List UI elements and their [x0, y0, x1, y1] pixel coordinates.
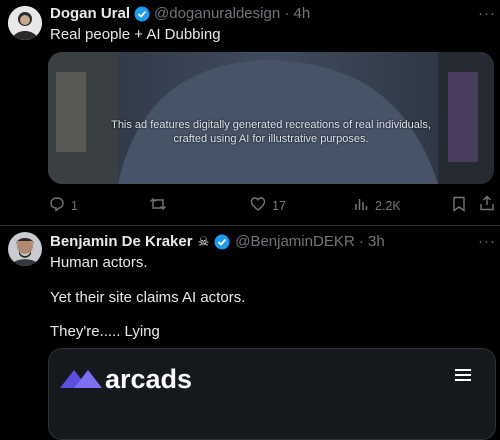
post-header: Benjamin De Kraker ☠ @BenjaminDEKR · 3h: [50, 233, 385, 250]
handle-time[interactable]: @BenjaminDEKR · 3h: [235, 233, 384, 250]
post-header: Dogan Ural @doganuraldesign · 4h: [50, 5, 310, 22]
avatar[interactable]: [8, 6, 42, 40]
like-button[interactable]: 17: [250, 196, 286, 215]
verified-badge-icon: [214, 234, 230, 250]
skull-crossbones-emoji: ☠: [197, 233, 210, 249]
post-text-line: Yet their site claims AI actors.: [50, 289, 246, 306]
author-name[interactable]: Benjamin De Kraker: [50, 233, 193, 250]
like-icon: [250, 196, 266, 215]
views-count: 2.2K: [375, 198, 401, 213]
like-count: 17: [272, 198, 286, 213]
media-caption-line: This ad features digitally generated rec…: [111, 119, 431, 131]
media-video[interactable]: This ad features digitally generated rec…: [48, 52, 494, 184]
post-text-line: Human actors.: [50, 254, 148, 271]
brand-name: arcads: [105, 364, 193, 394]
views-icon: [353, 196, 369, 215]
author-name[interactable]: Dogan Ural: [50, 5, 130, 22]
media-caption-line: crafted using AI for illustrative purpos…: [173, 133, 369, 145]
more-options-icon[interactable]: ···: [478, 233, 496, 250]
verified-badge-icon: [134, 6, 150, 22]
post-text-line: They're..... Lying: [50, 323, 160, 340]
reply-count: 1: [71, 198, 78, 213]
link-preview-card[interactable]: arcads: [48, 348, 496, 440]
share-icon[interactable]: [479, 195, 495, 216]
post-text: Real people + AI Dubbing: [50, 26, 221, 43]
handle-time[interactable]: @doganuraldesign · 4h: [154, 5, 310, 22]
retweet-button[interactable]: [149, 196, 173, 215]
arcads-logo-icon: [60, 364, 102, 399]
divider: [0, 225, 500, 226]
more-options-icon[interactable]: ···: [478, 5, 496, 22]
hamburger-menu-icon[interactable]: [455, 368, 471, 387]
reply-button[interactable]: 1: [49, 196, 78, 215]
avatar[interactable]: [8, 232, 42, 266]
retweet-icon: [149, 196, 167, 215]
bookmark-icon[interactable]: [452, 196, 466, 217]
reply-icon: [49, 196, 65, 215]
views-button[interactable]: 2.2K: [353, 196, 401, 215]
